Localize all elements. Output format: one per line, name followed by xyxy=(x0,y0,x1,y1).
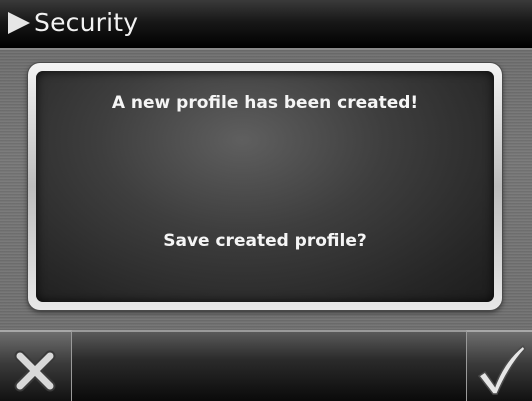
dialog-message: A new profile has been created! xyxy=(111,93,419,113)
message-dialog: A new profile has been created! Save cre… xyxy=(36,71,494,302)
title-bar: Security xyxy=(0,0,532,50)
toolbar-empty-area xyxy=(72,330,466,401)
cancel-button[interactable] xyxy=(0,330,72,401)
close-icon xyxy=(14,350,56,392)
screen: Security A new profile has been created!… xyxy=(0,0,532,401)
page-title: Security xyxy=(34,8,139,37)
confirm-button[interactable] xyxy=(466,330,532,401)
dialog-question: Save created profile? xyxy=(163,231,367,251)
checkmark-icon xyxy=(477,344,526,395)
play-arrow-icon xyxy=(8,12,30,34)
